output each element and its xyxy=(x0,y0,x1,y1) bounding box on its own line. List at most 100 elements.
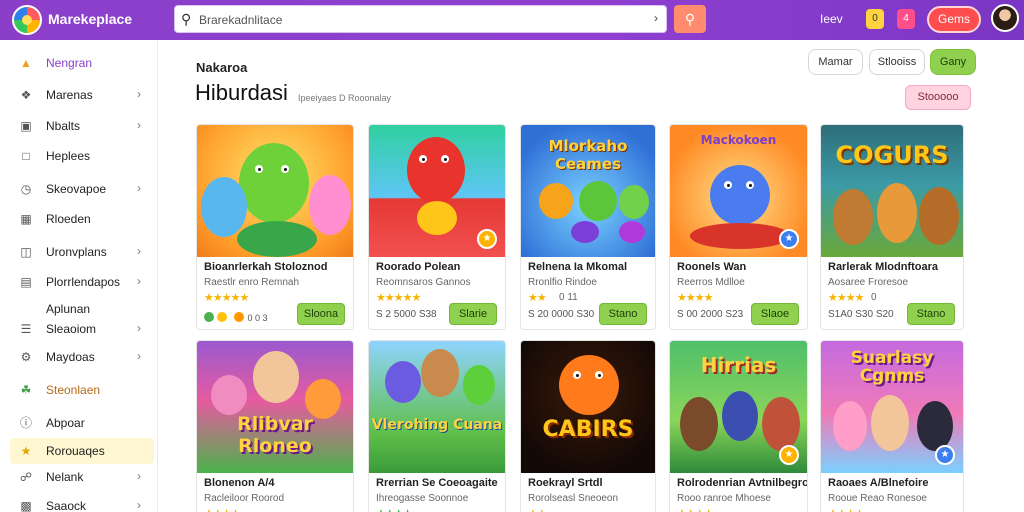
buy-button[interactable]: Slaoe xyxy=(751,303,799,325)
page-subtitle: Ipeeiyaes D Rooonalay xyxy=(298,93,392,103)
game-cover-image[interactable]: Suarlasy Cgnms ★ xyxy=(821,341,963,473)
sort-button[interactable]: Stooooo xyxy=(905,85,971,110)
game-card[interactable]: Mackokoen ★ Roonels Wan Reerros Mdlloe ★… xyxy=(669,124,808,330)
card-developer: Rooue Reao Ronesoe xyxy=(828,493,927,504)
top-bar: Marekeplace ⚲ › ⚲ Ieev 0 4 Gems xyxy=(0,0,1024,40)
user-avatar[interactable] xyxy=(991,4,1019,32)
star-rating: ★★ xyxy=(528,507,547,512)
marketplace-logo-icon[interactable] xyxy=(12,5,42,35)
sidebar-item-marenas[interactable]: ❖ Marenas › xyxy=(0,82,158,108)
game-card[interactable]: Bioanrlerkah Stoloznod Raestlr enro Remn… xyxy=(196,124,354,330)
game-card[interactable]: ★ Roorado Polean Reomnsaros Gannos ★★★★★… xyxy=(368,124,506,330)
sidebar-item-label: Sleaoiom xyxy=(46,322,97,336)
sidebar-item-label: Abpoar xyxy=(46,416,85,430)
sidebar-item-rorouaqes[interactable]: ★ Rorouaqes xyxy=(10,438,154,464)
sidebar-item-nbalts[interactable]: ▣ Nbalts › xyxy=(0,113,158,139)
sidebar-item-abpoar[interactable]: ⓘ Abpoar xyxy=(0,410,158,436)
search-button[interactable]: ⚲ xyxy=(674,5,706,33)
chevron-right-icon: › xyxy=(137,274,141,288)
sidebar-item-steonlaen[interactable]: ☘ Steonlaen xyxy=(0,377,158,403)
sidebar-item-uronvplans[interactable]: ◫ Uronvplans › xyxy=(0,239,158,265)
star-rating: ★★★★★ xyxy=(376,292,421,304)
filter-button-2[interactable]: Stlooiss xyxy=(869,49,925,75)
sidebar-item-plorrlendapos[interactable]: ▤ Plorrlendapos › xyxy=(0,269,158,295)
game-card[interactable]: Vlerohing Cuana Rrerrian Se Coeoagaite I… xyxy=(368,340,506,512)
cover-title-text: Vlerohing Cuana xyxy=(371,417,503,433)
book-icon: ▣ xyxy=(20,119,32,133)
clock-icon: ◷ xyxy=(20,182,32,196)
game-cover-image[interactable]: Hirrias ★ xyxy=(670,341,807,473)
game-card[interactable]: COGURS Rarlerak Mlodnftoara Aosaree Fror… xyxy=(820,124,964,330)
card-badge-icon: ★ xyxy=(477,229,497,249)
card-developer: Rooo ranroe Mhoese xyxy=(677,493,771,504)
game-card[interactable]: Rlibvar Rloneo Blonenon A/4 Racleiloor R… xyxy=(196,340,354,512)
game-cover-image[interactable] xyxy=(197,125,353,257)
sidebar-item-rloeden[interactable]: ▦ Rloeden xyxy=(0,206,158,232)
brand-name[interactable]: Marekeplace xyxy=(48,11,132,27)
game-card[interactable]: Suarlasy Cgnms ★ Raoaes A/Blnefoire Roou… xyxy=(820,340,964,512)
star-rating: ★★★★ xyxy=(677,507,713,512)
sidebar-section-heading: Aplunan xyxy=(46,302,91,316)
card-title[interactable]: Raoaes A/Blnefoire xyxy=(828,477,928,489)
rating-count: 0 xyxy=(871,292,877,303)
game-card[interactable]: Hirrias ★ Rolrodenrian Avtnilbegro Rooo … xyxy=(669,340,808,512)
game-cover-image[interactable]: Mackokoen ★ xyxy=(670,125,807,257)
card-title[interactable]: Rrerrian Se Coeoagaite xyxy=(376,477,498,489)
game-cover-image[interactable]: CABIRS xyxy=(521,341,655,473)
home-icon: ▲ xyxy=(20,56,32,70)
game-cover-image[interactable]: Vlerohing Cuana xyxy=(369,341,505,473)
card-title[interactable]: Relnena Ia Mkomal xyxy=(528,261,627,273)
sidebar-item-label: Steonlaen xyxy=(46,383,101,397)
notification-badge-icon[interactable]: 0 xyxy=(866,9,884,29)
card-meta: S 20 0000 S30 xyxy=(528,309,595,320)
buy-button[interactable]: Sloona xyxy=(297,303,345,325)
star-rating: ★★★★ xyxy=(828,507,864,512)
game-cover-image[interactable]: Rlibvar Rloneo xyxy=(197,341,353,473)
sidebar-item-saaock[interactable]: ▩ Saaock › xyxy=(0,493,158,512)
sidebar-item-home[interactable]: ▲ Nengran xyxy=(0,50,158,76)
search-box[interactable]: ⚲ › xyxy=(174,5,667,33)
sidebar-item-maydoas[interactable]: ⚙ Maydoas › xyxy=(0,344,158,370)
card-developer: Raestlr enro Remnah xyxy=(204,277,300,288)
card-meta: S 2 5000 S38 xyxy=(376,309,437,320)
game-card[interactable]: CABIRS Roekrayl Srtdl Rorolseasl Sneoeon… xyxy=(520,340,656,512)
chevron-right-icon: › xyxy=(137,469,141,483)
card-title[interactable]: Rarlerak Mlodnftoara xyxy=(828,261,938,273)
game-cover-image[interactable]: Mlorkaho Ceames xyxy=(521,125,655,257)
games-button[interactable]: Gems xyxy=(927,6,981,33)
cover-title-text: Rlibvar Rloneo xyxy=(237,413,313,457)
list-icon: ☰ xyxy=(20,322,32,336)
star-rating: ★★★★★ xyxy=(204,292,249,304)
sidebar-item-nelank[interactable]: ☍ Nelank › xyxy=(0,464,158,490)
info-icon: ⓘ xyxy=(19,416,32,430)
star-rating: ★★ xyxy=(528,292,547,304)
buy-button[interactable]: Slarie xyxy=(449,303,497,325)
card-title[interactable]: Roorado Polean xyxy=(376,261,460,273)
chevron-right-icon[interactable]: › xyxy=(654,11,658,25)
star-icon: ★ xyxy=(20,444,32,458)
search-icon: ⚲ xyxy=(181,11,192,27)
search-input[interactable] xyxy=(199,10,639,30)
game-cover-image[interactable]: COGURS xyxy=(821,125,963,257)
sidebar-item-heplees[interactable]: □ Heplees xyxy=(0,143,158,169)
filter-button-active[interactable]: Gany xyxy=(930,49,976,75)
sidebar-item-skeovapoe[interactable]: ◷ Skeovapoe › xyxy=(0,176,158,202)
cover-title-text: Hirrias xyxy=(700,353,777,377)
card-title[interactable]: Blonenon A/4 xyxy=(204,477,274,489)
star-rating: ★★★★ xyxy=(204,507,240,512)
card-title[interactable]: Roonels Wan xyxy=(677,261,746,273)
bookmark-icon: □ xyxy=(22,149,30,163)
game-card[interactable]: Mlorkaho Ceames Relnena Ia Mkomal Rronlf… xyxy=(520,124,656,330)
settings-icon: ⚙ xyxy=(20,350,32,364)
buy-button[interactable]: Stano xyxy=(907,303,955,325)
top-nav-link[interactable]: Ieev xyxy=(820,12,843,26)
filter-button-1[interactable]: Mamar xyxy=(808,49,863,75)
sidebar-item-sleaoiom[interactable]: ☰ Sleaoiom › xyxy=(0,316,158,342)
game-cover-image[interactable]: ★ xyxy=(369,125,505,257)
buy-button[interactable]: Stano xyxy=(599,303,647,325)
cart-badge-icon[interactable]: 4 xyxy=(897,9,915,29)
card-title[interactable]: Bioanrlerkah Stoloznod xyxy=(204,261,327,273)
card-title[interactable]: Roekrayl Srtdl xyxy=(528,477,603,489)
card-title[interactable]: Rolrodenrian Avtnilbegro xyxy=(677,477,807,489)
cover-title-text: CABIRS xyxy=(542,417,634,442)
